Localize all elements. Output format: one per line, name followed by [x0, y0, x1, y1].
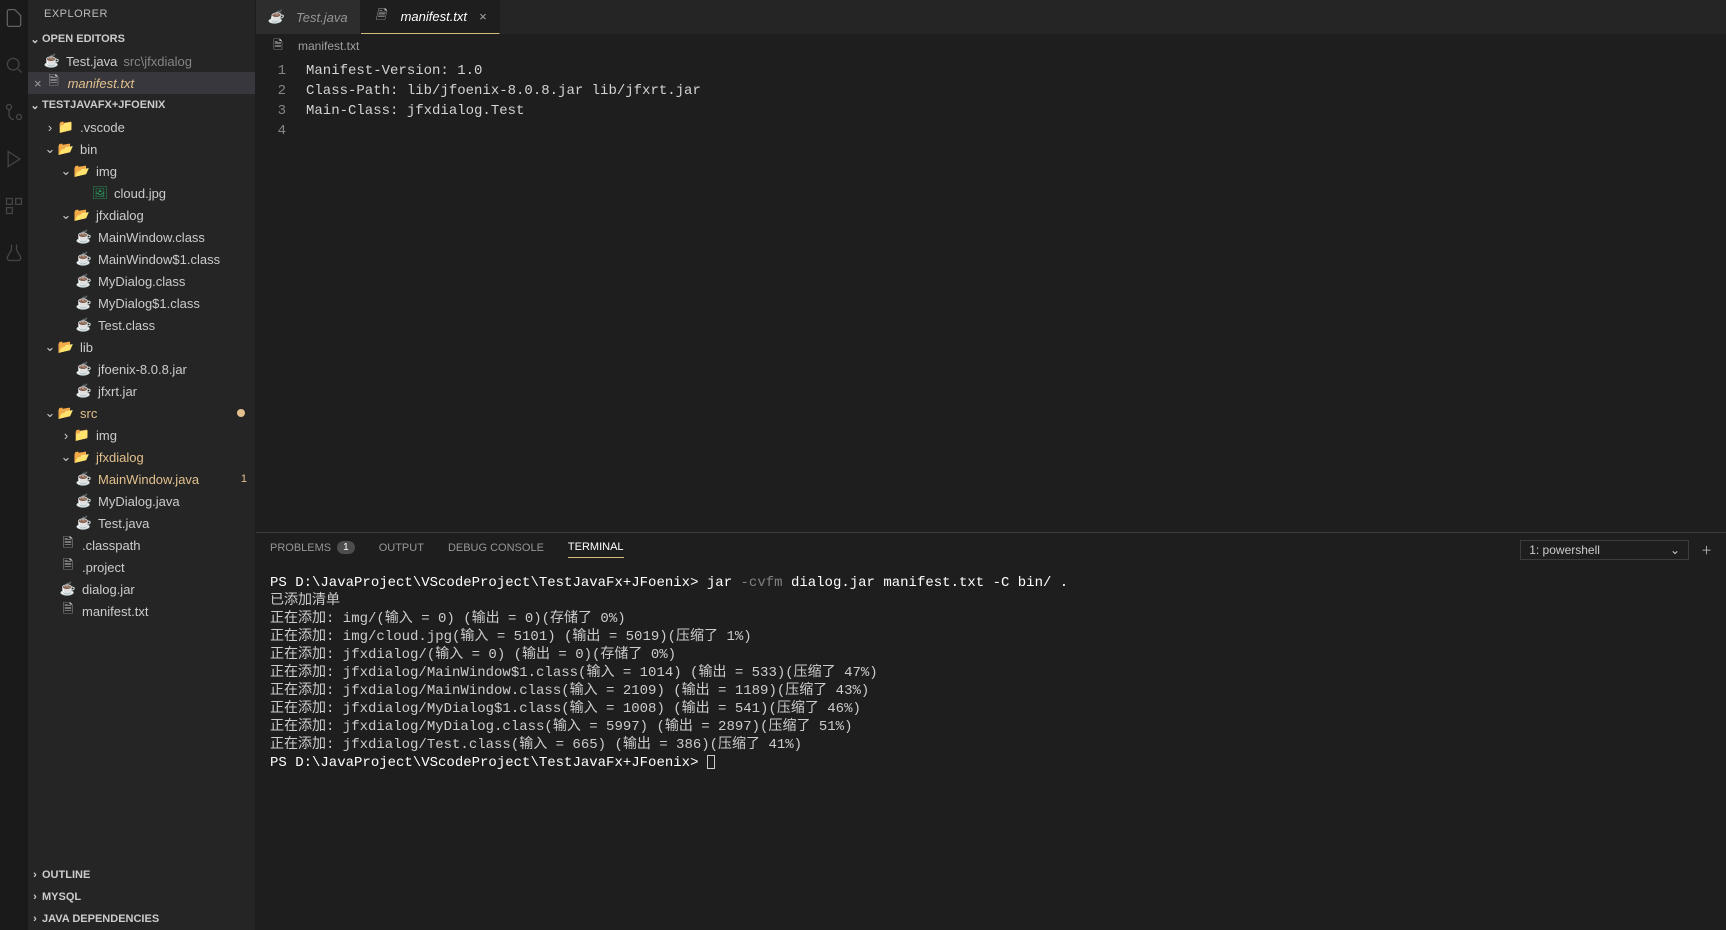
- tree-file[interactable]: ☕MainWindow.class: [28, 226, 255, 248]
- sidebar: EXPLORER ⌄OPEN EDITORS ☕ Test.java src\j…: [28, 0, 256, 930]
- tab-test-java[interactable]: ☕ Test.java: [256, 0, 361, 34]
- workspace-header[interactable]: ⌄TESTJAVAFX+JFOENIX: [28, 94, 255, 116]
- problem-count-badge: 1: [241, 473, 247, 485]
- terminal-cursor: [707, 755, 715, 769]
- tree-file[interactable]: ☕MyDialog$1.class: [28, 292, 255, 314]
- tree-file[interactable]: ☕jfoenix-8.0.8.jar: [28, 358, 255, 380]
- tab-debug-console[interactable]: DEBUG CONSOLE: [448, 542, 544, 558]
- file-icon: 🗎: [270, 38, 286, 54]
- tree-folder-src[interactable]: ⌄📂 src: [28, 402, 255, 424]
- line-numbers: 1234: [256, 61, 306, 532]
- editor-tabs: ☕ Test.java 🗎 manifest.txt ×: [256, 0, 1726, 35]
- extensions-icon[interactable]: [4, 196, 24, 219]
- tree-file[interactable]: ☕dialog.jar: [28, 578, 255, 600]
- search-icon[interactable]: [4, 55, 24, 78]
- tab-terminal[interactable]: TERMINAL: [568, 541, 624, 558]
- tree-file[interactable]: ☕jfxrt.jar: [28, 380, 255, 402]
- panel-tabs: PROBLEMS 1 OUTPUT DEBUG CONSOLE TERMINAL…: [256, 533, 1726, 566]
- problems-badge: 1: [337, 541, 355, 554]
- tree-file[interactable]: ☕Test.java: [28, 512, 255, 534]
- java-icon: ☕: [76, 229, 92, 245]
- new-terminal-icon[interactable]: ＋: [1701, 542, 1712, 558]
- modified-dot-icon: [237, 409, 245, 417]
- java-icon: ☕: [76, 273, 92, 289]
- java-icon: ☕: [76, 493, 92, 509]
- outline-header[interactable]: ›OUTLINE: [28, 864, 255, 886]
- sidebar-title: EXPLORER: [28, 0, 255, 28]
- activity-bar: [0, 0, 28, 930]
- tree-file[interactable]: ☕Test.class: [28, 314, 255, 336]
- tree-file[interactable]: ☕MainWindow$1.class: [28, 248, 255, 270]
- folder-icon: 📂: [58, 405, 74, 421]
- tab-output[interactable]: OUTPUT: [379, 542, 424, 558]
- open-editor-item-active[interactable]: × 🗎 manifest.txt: [28, 72, 255, 94]
- tree-file[interactable]: ☕MyDialog.java: [28, 490, 255, 512]
- tree-file[interactable]: ☕MyDialog.class: [28, 270, 255, 292]
- close-icon[interactable]: ×: [479, 9, 487, 24]
- folder-icon: 📁: [58, 119, 74, 135]
- tree-folder-bin[interactable]: ⌄📂 bin: [28, 138, 255, 160]
- main-area: ☕ Test.java 🗎 manifest.txt × 🗎 manifest.…: [256, 0, 1726, 930]
- file-icon: 🗎: [373, 9, 389, 25]
- tree-file[interactable]: 🗎.classpath: [28, 534, 255, 556]
- close-icon[interactable]: ×: [34, 76, 42, 91]
- jar-icon: ☕: [76, 383, 92, 399]
- code-content[interactable]: Manifest-Version: 1.0 Class-Path: lib/jf…: [306, 61, 1726, 532]
- scm-icon[interactable]: [4, 102, 24, 125]
- tab-manifest-txt[interactable]: 🗎 manifest.txt ×: [361, 0, 500, 34]
- folder-icon: 📂: [74, 449, 90, 465]
- tree-file[interactable]: 🗎.project: [28, 556, 255, 578]
- folder-icon: 📁: [74, 427, 90, 443]
- java-icon: ☕: [268, 9, 284, 25]
- tree-folder-img[interactable]: ⌄📂 img: [28, 160, 255, 182]
- tab-problems[interactable]: PROBLEMS 1: [270, 541, 355, 558]
- tree-folder-vscode[interactable]: ›📁 .vscode: [28, 116, 255, 138]
- file-icon: 🗎: [46, 75, 62, 91]
- tree-file-mainwindow-java[interactable]: ☕ MainWindow.java 1: [28, 468, 255, 490]
- files-icon[interactable]: [4, 8, 24, 31]
- java-icon: ☕: [76, 471, 92, 487]
- folder-icon: 📂: [74, 163, 90, 179]
- folder-icon: 📂: [58, 339, 74, 355]
- file-icon: 🗎: [60, 537, 76, 553]
- breadcrumb[interactable]: 🗎 manifest.txt: [256, 35, 1726, 57]
- tree-folder-src-img[interactable]: ›📁 img: [28, 424, 255, 446]
- jar-icon: ☕: [76, 361, 92, 377]
- tree-file-cloud[interactable]: 🖼 cloud.jpg: [28, 182, 255, 204]
- chevron-down-icon: ⌄: [1670, 543, 1680, 557]
- folder-icon: 📂: [58, 141, 74, 157]
- debug-icon[interactable]: [4, 149, 24, 172]
- code-editor[interactable]: 1234 Manifest-Version: 1.0 Class-Path: l…: [256, 57, 1726, 532]
- terminal-output[interactable]: PS D:\JavaProject\VScodeProject\TestJava…: [256, 566, 1726, 930]
- image-icon: 🖼: [92, 185, 108, 201]
- terminal-selector[interactable]: 1: powershell ⌄: [1520, 540, 1689, 560]
- javadeps-header[interactable]: ›JAVA DEPENDENCIES: [28, 908, 255, 930]
- file-icon: 🗎: [60, 559, 76, 575]
- test-icon[interactable]: [4, 243, 24, 266]
- mysql-header[interactable]: ›MYSQL: [28, 886, 255, 908]
- java-icon: ☕: [76, 515, 92, 531]
- java-icon: ☕: [76, 295, 92, 311]
- java-icon: ☕: [76, 251, 92, 267]
- folder-icon: 📂: [74, 207, 90, 223]
- open-editors-header[interactable]: ⌄OPEN EDITORS: [28, 28, 255, 50]
- file-icon: 🗎: [60, 603, 76, 619]
- java-icon: ☕: [76, 317, 92, 333]
- bottom-panel: PROBLEMS 1 OUTPUT DEBUG CONSOLE TERMINAL…: [256, 532, 1726, 930]
- tree-folder-src-jfxdialog[interactable]: ⌄📂 jfxdialog: [28, 446, 255, 468]
- tree-folder-lib[interactable]: ⌄📂 lib: [28, 336, 255, 358]
- tree-file[interactable]: 🗎manifest.txt: [28, 600, 255, 622]
- tree-folder-jfxdialog[interactable]: ⌄📂 jfxdialog: [28, 204, 255, 226]
- open-editor-item[interactable]: ☕ Test.java src\jfxdialog: [28, 50, 255, 72]
- jar-icon: ☕: [60, 581, 76, 597]
- java-icon: ☕: [44, 53, 60, 69]
